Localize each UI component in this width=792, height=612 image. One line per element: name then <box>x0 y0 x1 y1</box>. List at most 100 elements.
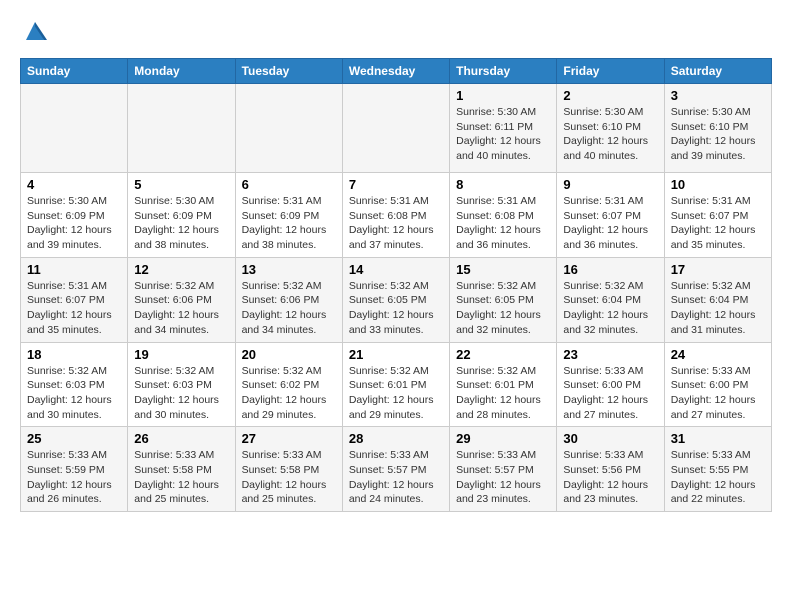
calendar-cell: 4 Sunrise: 5:30 AMSunset: 6:09 PMDaylight… <box>21 173 128 258</box>
calendar-cell: 14 Sunrise: 5:32 AMSunset: 6:05 PMDayligh… <box>342 257 449 342</box>
calendar-cell: 3Sunrise: 5:30 AMSunset: 6:10 PMDaylight… <box>664 84 771 173</box>
calendar-cell <box>21 84 128 173</box>
calendar-week-row: 25Sunrise: 5:33 AMSunset: 5:59 PMDayligh… <box>21 427 772 512</box>
day-info: Sunrise: 5:32 AMSunset: 6:01 PMDaylight:… <box>349 365 434 421</box>
calendar-cell: 17 Sunrise: 5:32 AMSunset: 6:04 PMDayligh… <box>664 257 771 342</box>
page-header <box>20 16 772 46</box>
calendar-week-row: 1Sunrise: 5:30 AMSunset: 6:11 PMDaylight… <box>21 84 772 173</box>
day-info: Sunrise: 5:30 AMSunset: 6:09 PMDaylight:… <box>134 195 219 251</box>
calendar-cell: 19Sunrise: 5:32 AMSunset: 6:03 PMDayligh… <box>128 342 235 427</box>
calendar-cell: 16Sunrise: 5:32 AMSunset: 6:04 PMDayligh… <box>557 257 664 342</box>
calendar-cell <box>128 84 235 173</box>
weekday-header-thursday: Thursday <box>450 59 557 84</box>
empty-cell <box>242 88 336 168</box>
calendar-cell: 12 Sunrise: 5:32 AMSunset: 6:06 PMDayligh… <box>128 257 235 342</box>
day-info: Sunrise: 5:30 AMSunset: 6:10 PMDaylight:… <box>671 106 756 162</box>
calendar-cell: 1Sunrise: 5:30 AMSunset: 6:11 PMDaylight… <box>450 84 557 173</box>
day-number: 2 <box>563 88 657 103</box>
day-info: Sunrise: 5:31 AMSunset: 6:08 PMDaylight:… <box>349 195 434 251</box>
day-info: Sunrise: 5:31 AMSunset: 6:07 PMDaylight:… <box>563 195 648 251</box>
day-number: 23 <box>563 347 657 362</box>
day-info: Sunrise: 5:30 AMSunset: 6:09 PMDaylight:… <box>27 195 112 251</box>
day-number: 5 <box>134 177 228 192</box>
day-number: 21 <box>349 347 443 362</box>
day-number: 31 <box>671 431 765 446</box>
day-info: Sunrise: 5:32 AMSunset: 6:05 PMDaylight:… <box>456 280 541 336</box>
day-info: Sunrise: 5:32 AMSunset: 6:04 PMDaylight:… <box>671 280 756 336</box>
calendar-cell: 2 Sunrise: 5:30 AMSunset: 6:10 PMDaylight… <box>557 84 664 173</box>
calendar-cell: 6Sunrise: 5:31 AMSunset: 6:09 PMDaylight… <box>235 173 342 258</box>
empty-cell <box>134 88 228 168</box>
day-number: 10 <box>671 177 765 192</box>
day-number: 20 <box>242 347 336 362</box>
calendar-cell: 7 Sunrise: 5:31 AMSunset: 6:08 PMDaylight… <box>342 173 449 258</box>
calendar-table: SundayMondayTuesdayWednesdayThursdayFrid… <box>20 58 772 512</box>
day-number: 28 <box>349 431 443 446</box>
day-info: Sunrise: 5:31 AMSunset: 6:09 PMDaylight:… <box>242 195 327 251</box>
weekday-header-monday: Monday <box>128 59 235 84</box>
weekday-header-tuesday: Tuesday <box>235 59 342 84</box>
calendar-cell: 18 Sunrise: 5:32 AMSunset: 6:03 PMDayligh… <box>21 342 128 427</box>
calendar-cell: 8 Sunrise: 5:31 AMSunset: 6:08 PMDaylight… <box>450 173 557 258</box>
calendar-cell <box>235 84 342 173</box>
day-info: Sunrise: 5:33 AMSunset: 5:57 PMDaylight:… <box>349 449 434 505</box>
day-number: 13 <box>242 262 336 277</box>
day-info: Sunrise: 5:33 AMSunset: 5:56 PMDaylight:… <box>563 449 648 505</box>
day-number: 14 <box>349 262 443 277</box>
day-info: Sunrise: 5:31 AMSunset: 6:08 PMDaylight:… <box>456 195 541 251</box>
calendar-cell: 31 Sunrise: 5:33 AMSunset: 5:55 PMDayligh… <box>664 427 771 512</box>
day-number: 18 <box>27 347 121 362</box>
calendar-cell: 9Sunrise: 5:31 AMSunset: 6:07 PMDaylight… <box>557 173 664 258</box>
calendar-cell: 28 Sunrise: 5:33 AMSunset: 5:57 PMDayligh… <box>342 427 449 512</box>
calendar-cell: 26 Sunrise: 5:33 AMSunset: 5:58 PMDayligh… <box>128 427 235 512</box>
day-info: Sunrise: 5:32 AMSunset: 6:04 PMDaylight:… <box>563 280 648 336</box>
day-number: 25 <box>27 431 121 446</box>
day-number: 1 <box>456 88 550 103</box>
day-info: Sunrise: 5:31 AMSunset: 6:07 PMDaylight:… <box>27 280 112 336</box>
logo-icon <box>20 16 50 46</box>
calendar-cell: 27 Sunrise: 5:33 AMSunset: 5:58 PMDayligh… <box>235 427 342 512</box>
weekday-header-friday: Friday <box>557 59 664 84</box>
day-number: 11 <box>27 262 121 277</box>
day-info: Sunrise: 5:33 AMSunset: 5:58 PMDaylight:… <box>242 449 327 505</box>
calendar-cell: 11 Sunrise: 5:31 AMSunset: 6:07 PMDayligh… <box>21 257 128 342</box>
calendar-cell: 15Sunrise: 5:32 AMSunset: 6:05 PMDayligh… <box>450 257 557 342</box>
day-info: Sunrise: 5:32 AMSunset: 6:06 PMDaylight:… <box>134 280 219 336</box>
day-number: 19 <box>134 347 228 362</box>
weekday-header-row: SundayMondayTuesdayWednesdayThursdayFrid… <box>21 59 772 84</box>
calendar-cell: 30 Sunrise: 5:33 AMSunset: 5:56 PMDayligh… <box>557 427 664 512</box>
calendar-cell: 5 Sunrise: 5:30 AMSunset: 6:09 PMDaylight… <box>128 173 235 258</box>
calendar-week-row: 11 Sunrise: 5:31 AMSunset: 6:07 PMDayligh… <box>21 257 772 342</box>
day-info: Sunrise: 5:33 AMSunset: 6:00 PMDaylight:… <box>563 365 648 421</box>
day-info: Sunrise: 5:32 AMSunset: 6:01 PMDaylight:… <box>456 365 541 421</box>
day-number: 29 <box>456 431 550 446</box>
day-number: 12 <box>134 262 228 277</box>
calendar-week-row: 4 Sunrise: 5:30 AMSunset: 6:09 PMDaylight… <box>21 173 772 258</box>
day-number: 4 <box>27 177 121 192</box>
day-number: 27 <box>242 431 336 446</box>
calendar-cell: 29 Sunrise: 5:33 AMSunset: 5:57 PMDayligh… <box>450 427 557 512</box>
day-number: 30 <box>563 431 657 446</box>
day-info: Sunrise: 5:33 AMSunset: 5:55 PMDaylight:… <box>671 449 756 505</box>
day-info: Sunrise: 5:31 AMSunset: 6:07 PMDaylight:… <box>671 195 756 251</box>
day-info: Sunrise: 5:32 AMSunset: 6:06 PMDaylight:… <box>242 280 327 336</box>
day-number: 24 <box>671 347 765 362</box>
day-info: Sunrise: 5:32 AMSunset: 6:02 PMDaylight:… <box>242 365 327 421</box>
day-number: 7 <box>349 177 443 192</box>
day-info: Sunrise: 5:33 AMSunset: 5:58 PMDaylight:… <box>134 449 219 505</box>
day-number: 26 <box>134 431 228 446</box>
day-info: Sunrise: 5:32 AMSunset: 6:03 PMDaylight:… <box>27 365 112 421</box>
weekday-header-sunday: Sunday <box>21 59 128 84</box>
calendar-cell: 23 Sunrise: 5:33 AMSunset: 6:00 PMDayligh… <box>557 342 664 427</box>
day-number: 8 <box>456 177 550 192</box>
day-info: Sunrise: 5:33 AMSunset: 6:00 PMDaylight:… <box>671 365 756 421</box>
day-info: Sunrise: 5:32 AMSunset: 6:05 PMDaylight:… <box>349 280 434 336</box>
day-info: Sunrise: 5:33 AMSunset: 5:57 PMDaylight:… <box>456 449 541 505</box>
weekday-header-wednesday: Wednesday <box>342 59 449 84</box>
calendar-cell: 22Sunrise: 5:32 AMSunset: 6:01 PMDayligh… <box>450 342 557 427</box>
calendar-week-row: 18 Sunrise: 5:32 AMSunset: 6:03 PMDayligh… <box>21 342 772 427</box>
logo <box>20 16 54 46</box>
calendar-cell: 24 Sunrise: 5:33 AMSunset: 6:00 PMDayligh… <box>664 342 771 427</box>
day-number: 17 <box>671 262 765 277</box>
day-info: Sunrise: 5:30 AMSunset: 6:10 PMDaylight:… <box>563 106 648 162</box>
